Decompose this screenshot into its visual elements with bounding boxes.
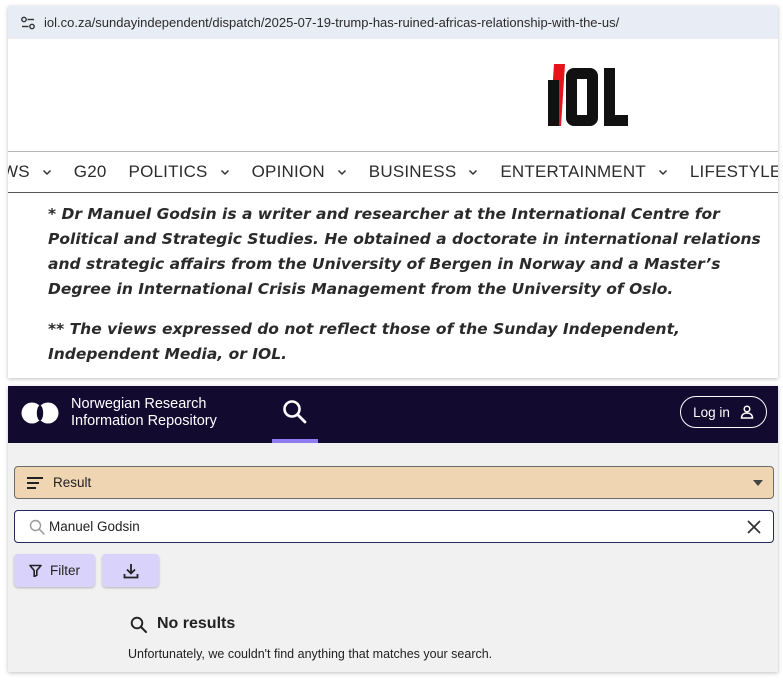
nva-search-panel: Norwegian Research Information Repositor… bbox=[8, 386, 778, 672]
nav-item-label: LIFESTYLE bbox=[689, 162, 778, 181]
filter-label: Filter bbox=[50, 563, 80, 578]
nav-divider-bottom bbox=[8, 192, 778, 193]
search-input[interactable] bbox=[49, 519, 699, 534]
nva-site-title[interactable]: Norwegian Research Information Repositor… bbox=[71, 396, 217, 430]
no-results-message: Unfortunately, we couldn't find anything… bbox=[128, 647, 493, 661]
site-settings-icon[interactable] bbox=[20, 15, 36, 31]
search-field[interactable] bbox=[14, 510, 774, 543]
author-bio: * Dr Manuel Godsin is a writer and resea… bbox=[48, 202, 763, 378]
iol-logo[interactable] bbox=[548, 64, 630, 126]
result-select-label: Result bbox=[53, 475, 92, 490]
chevron-down-icon bbox=[220, 169, 229, 176]
nva-title-line1: Norwegian Research bbox=[71, 396, 207, 412]
search-tab[interactable] bbox=[272, 386, 318, 443]
no-results-title: No results bbox=[157, 615, 236, 632]
nva-title-line2: Information Repository bbox=[71, 413, 217, 429]
chevron-down-icon bbox=[337, 169, 346, 176]
nav-item-label: OPINION bbox=[251, 162, 325, 181]
download-icon bbox=[123, 563, 138, 578]
nav-item-label: WS bbox=[8, 162, 30, 181]
browser-url-bar[interactable]: iol.co.za/sundayindependent/dispatch/202… bbox=[8, 6, 778, 39]
active-tab-indicator bbox=[272, 439, 318, 443]
nav-item-opinion[interactable]: OPINION bbox=[252, 162, 347, 182]
nav-item-label: BUSINESS bbox=[368, 162, 457, 181]
search-icon bbox=[283, 400, 307, 424]
nva-logo-icon[interactable] bbox=[21, 401, 59, 425]
filter-icon bbox=[29, 564, 42, 577]
caret-down-icon bbox=[753, 480, 763, 486]
nav-item-label: ENTERTAINMENT bbox=[500, 162, 646, 181]
menu-icon bbox=[27, 476, 43, 489]
chevron-down-icon bbox=[42, 169, 51, 176]
nav-item-label: G20 bbox=[73, 162, 107, 181]
nav-item-business[interactable]: BUSINESS bbox=[369, 162, 479, 182]
iol-article-panel: iol.co.za/sundayindependent/dispatch/202… bbox=[8, 6, 778, 378]
login-button[interactable]: Log in bbox=[680, 396, 767, 428]
clear-search-icon[interactable] bbox=[747, 520, 761, 534]
bio-paragraph: * Dr Manuel Godsin is a writer and resea… bbox=[48, 205, 761, 298]
nva-header: Norwegian Research Information Repositor… bbox=[8, 386, 778, 443]
nav-item-politics[interactable]: POLITICS bbox=[129, 162, 230, 182]
nav-item-ws[interactable]: WS bbox=[8, 162, 52, 182]
chevron-down-icon bbox=[658, 169, 667, 176]
iol-logo-mark bbox=[548, 64, 628, 126]
filter-button[interactable]: Filter bbox=[14, 554, 95, 587]
login-label: Log in bbox=[693, 404, 730, 420]
nav-item-lifestyle[interactable]: LIFESTYLE bbox=[690, 162, 778, 182]
nav-item-entertainment[interactable]: ENTERTAINMENT bbox=[500, 162, 668, 182]
no-results-heading: No results bbox=[130, 615, 235, 633]
download-button[interactable] bbox=[102, 554, 159, 587]
chevron-down-icon bbox=[469, 169, 478, 176]
masthead bbox=[8, 39, 778, 149]
no-results-search-icon bbox=[130, 616, 147, 633]
result-type-select[interactable]: Result bbox=[14, 466, 774, 499]
disclaimer-paragraph: ** The views expressed do not reflect th… bbox=[48, 320, 680, 363]
user-icon bbox=[740, 405, 754, 419]
url-text[interactable]: iol.co.za/sundayindependent/dispatch/202… bbox=[44, 15, 619, 30]
nav-item-g20[interactable]: G20 bbox=[74, 162, 107, 182]
main-nav: WS G20 POLITICS OPINION BUSINESS ENTERTAINMEN… bbox=[8, 152, 778, 192]
search-field-icon bbox=[29, 519, 45, 535]
nav-item-label: POLITICS bbox=[128, 162, 208, 181]
